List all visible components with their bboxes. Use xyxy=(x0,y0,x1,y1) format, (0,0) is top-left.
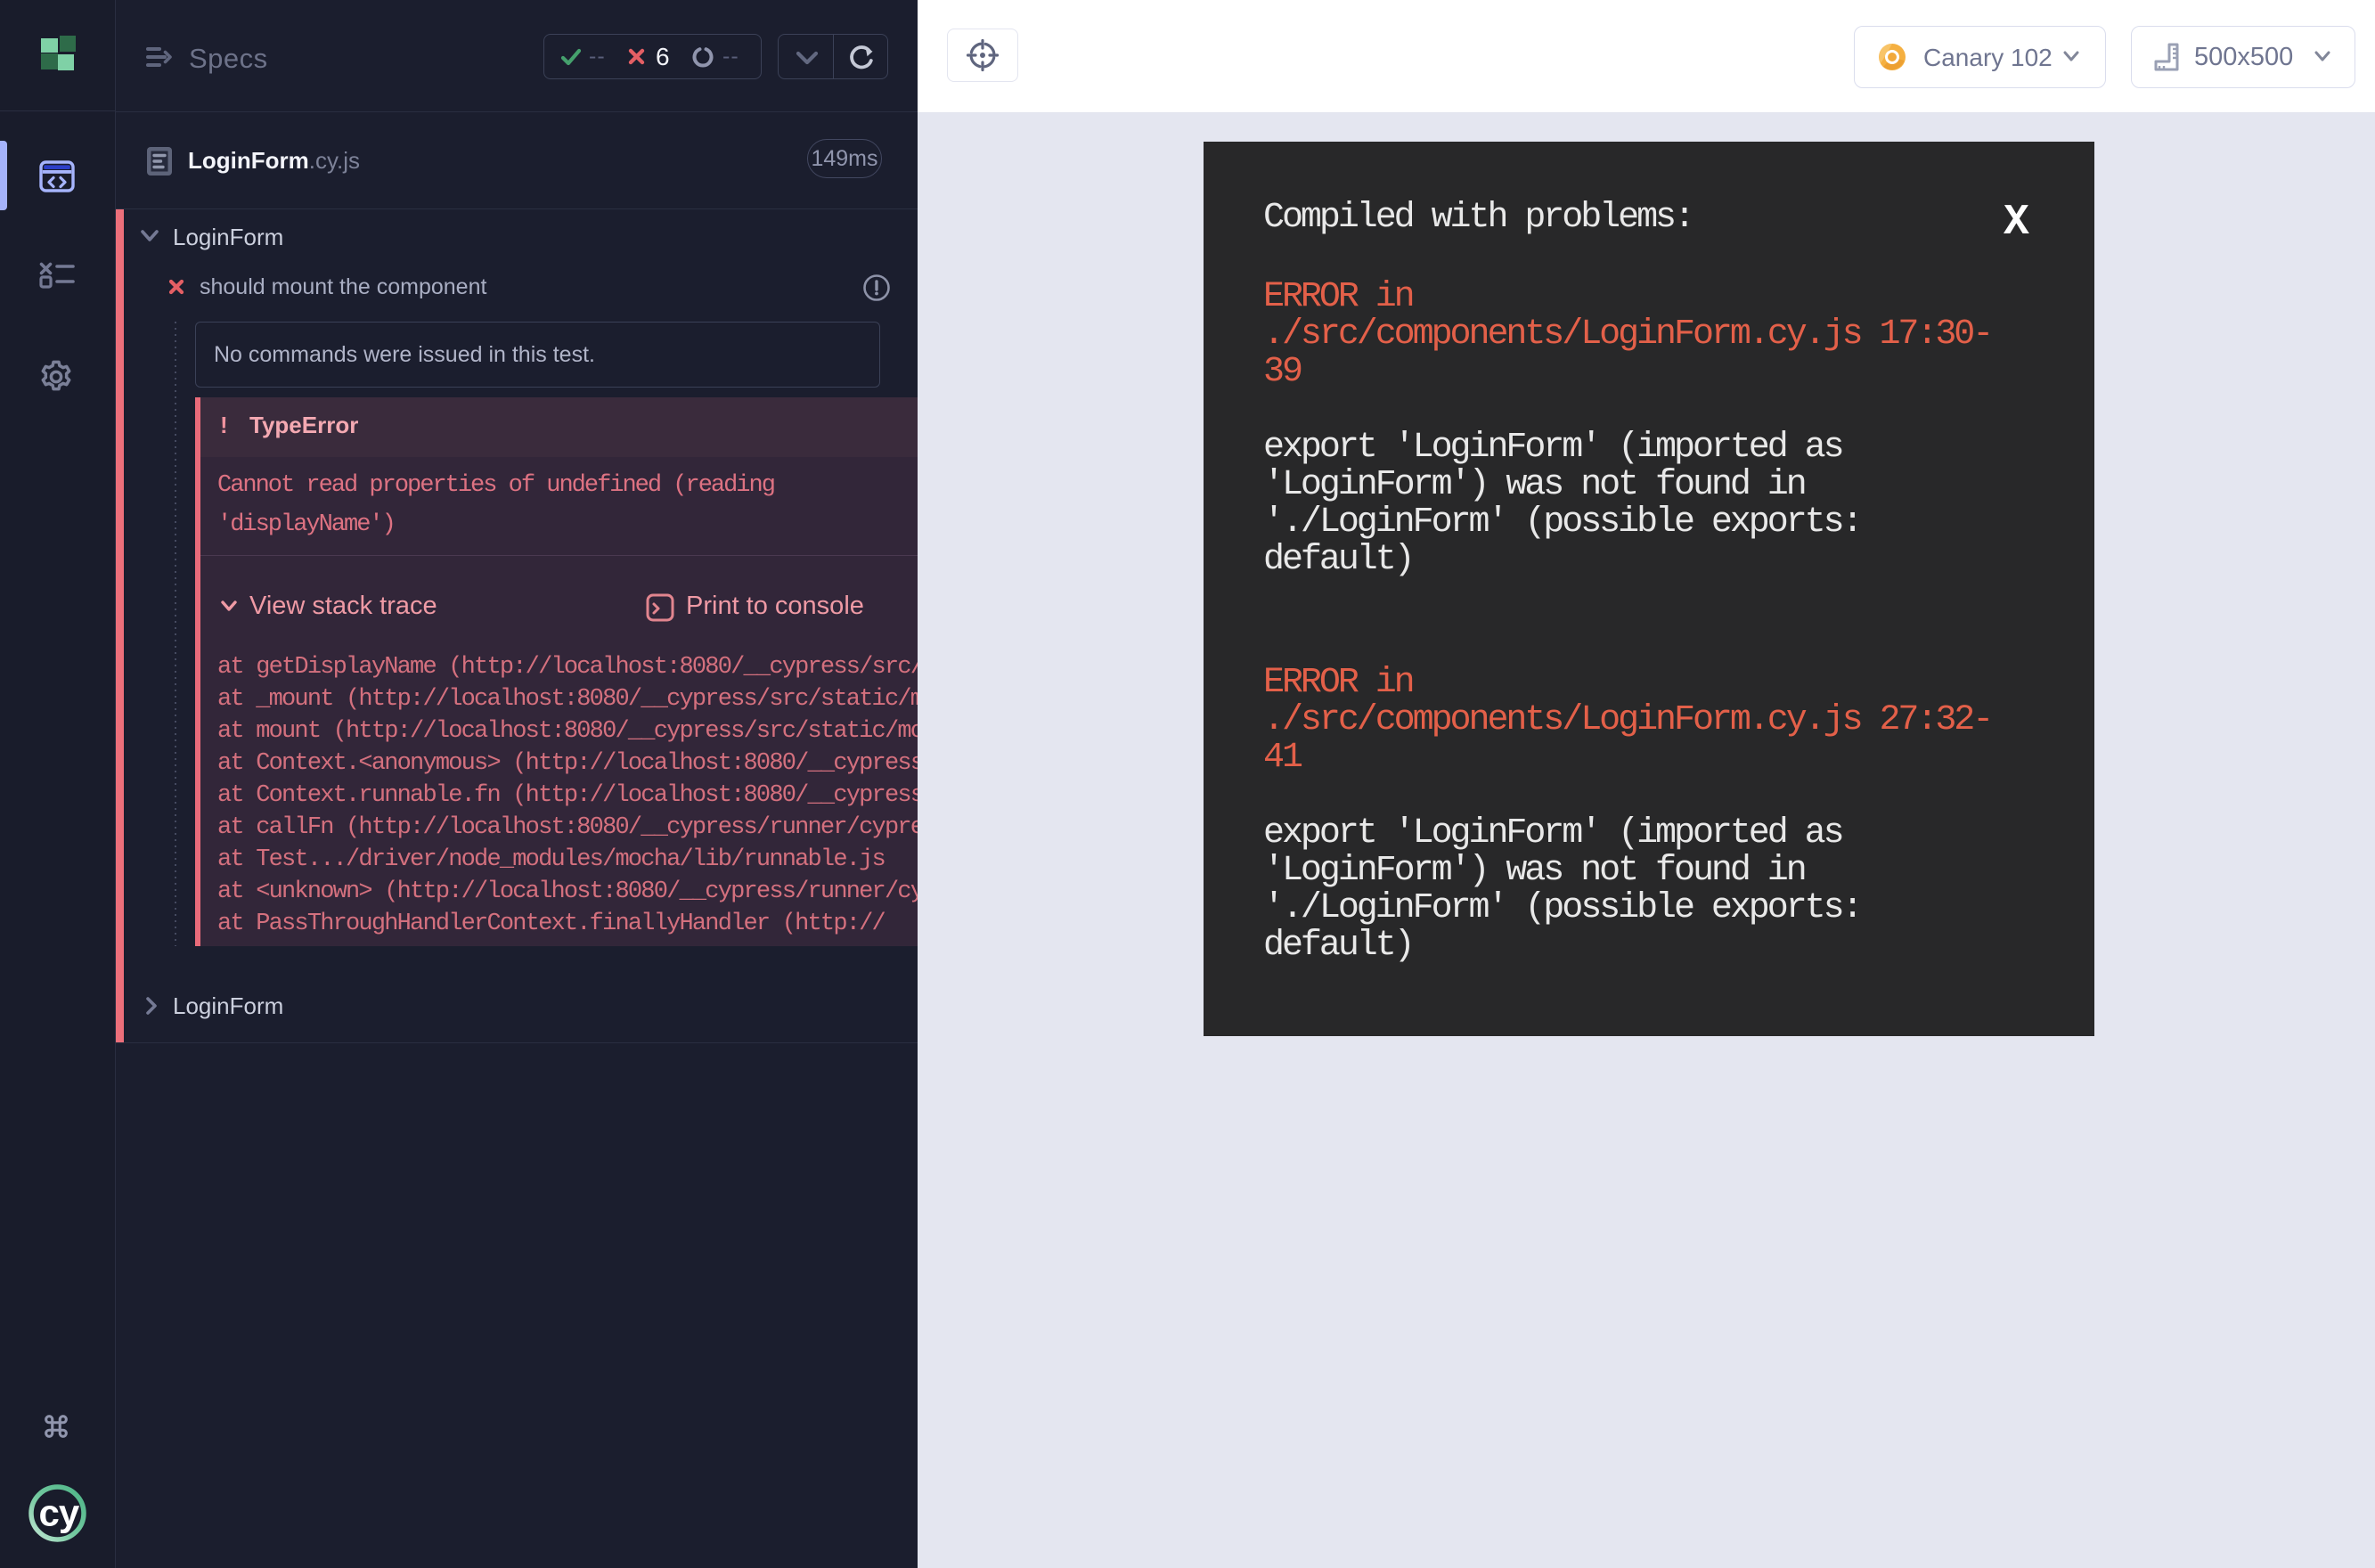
svg-text:cy: cy xyxy=(39,1492,80,1534)
